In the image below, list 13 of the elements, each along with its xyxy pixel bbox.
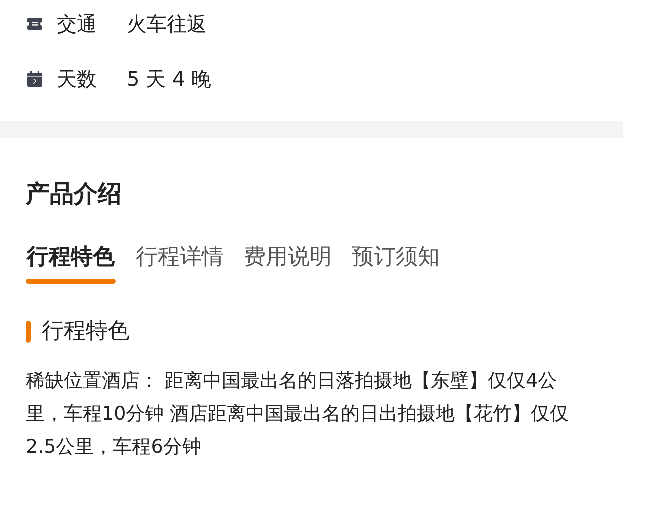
tab[interactable]: 预订须知 (352, 243, 440, 284)
info-label: 交通 (57, 10, 98, 38)
feature-heading: 行程特色 (42, 318, 130, 346)
ticket-icon (26, 15, 44, 33)
tab[interactable]: 行程详情 (136, 243, 224, 284)
section-title: 产品介绍 (26, 179, 123, 210)
info-value: 火车往返 (127, 10, 207, 38)
feature-text: 稀缺位置酒店： 距离中国最出名的日落拍摄地【东壁】仅仅4公里，车程10分钟 酒店距离中国最出名的日出拍摄地【花竹】仅仅2.5公里，车程6分钟 (26, 369, 570, 460)
accent-bar (26, 321, 31, 343)
info-label: 天数 (57, 66, 98, 92)
tab[interactable]: 行程特色 (26, 243, 116, 284)
tab[interactable]: 费用说明 (244, 243, 332, 284)
info-value: 5 天 4 晚 (127, 66, 212, 92)
